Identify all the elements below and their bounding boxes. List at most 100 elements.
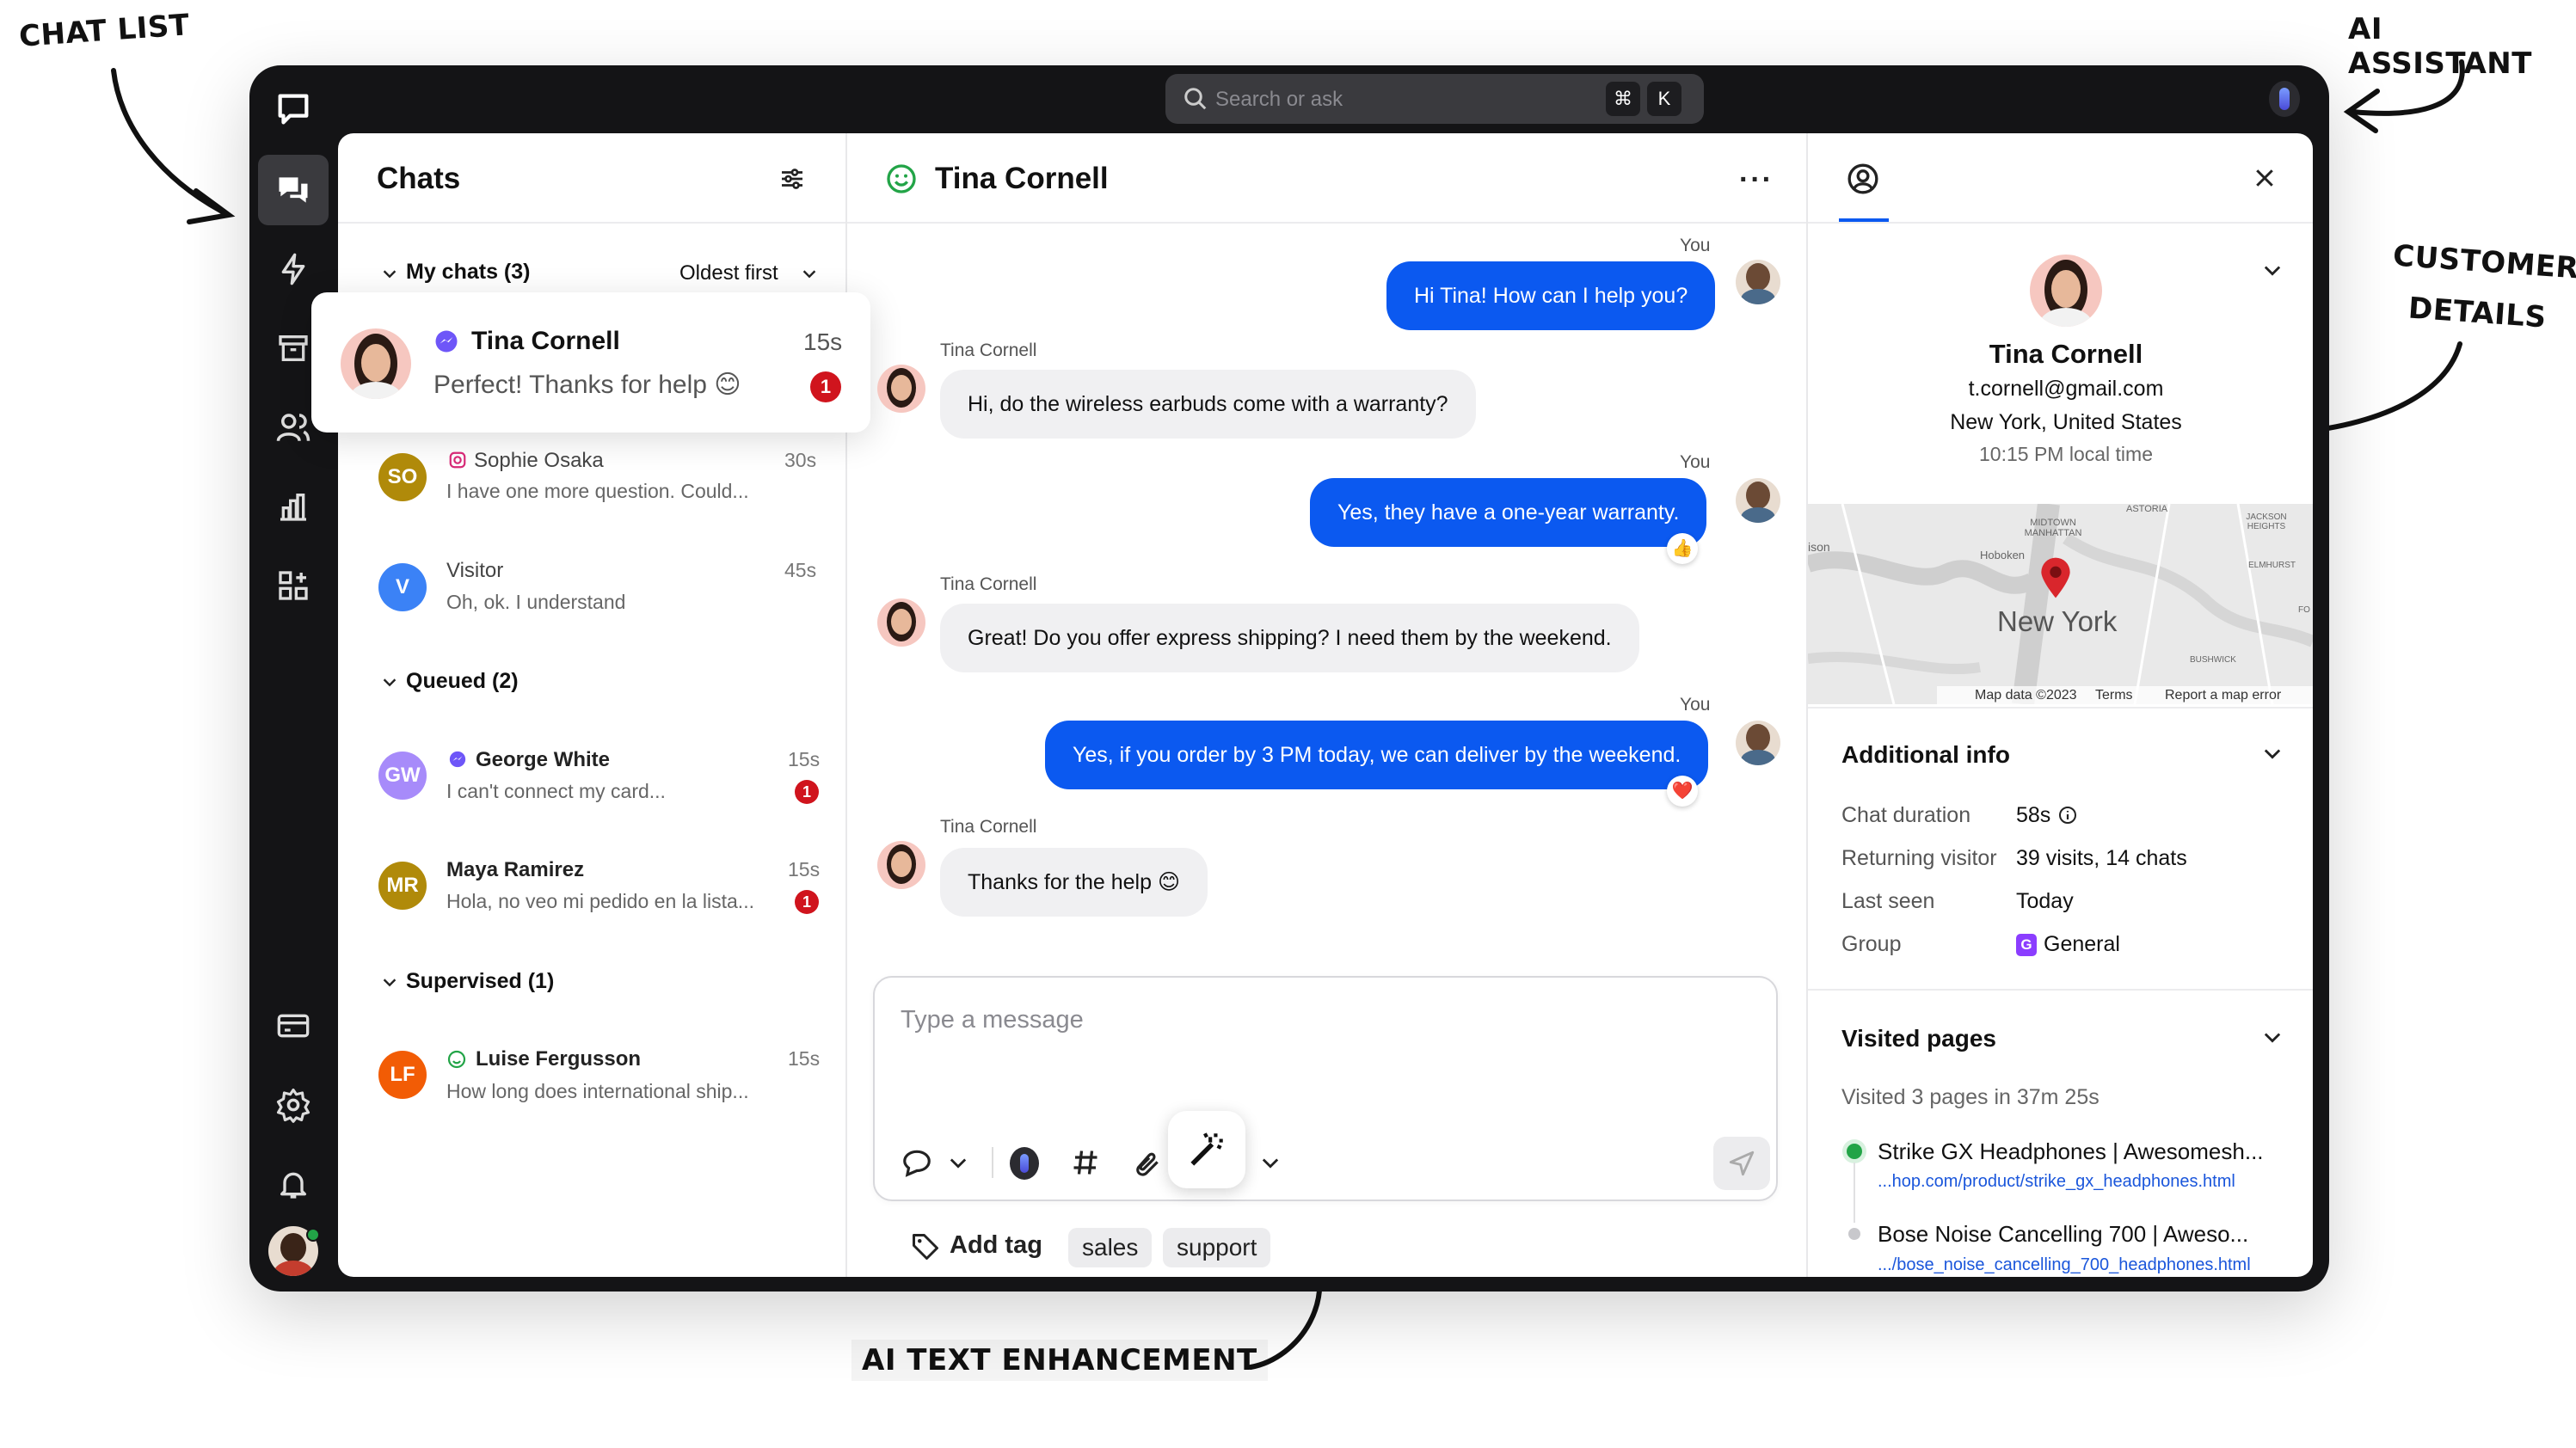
chat-name-maya: Maya Ramirez bbox=[446, 858, 585, 881]
search-placeholder: Search or ask bbox=[1215, 88, 1343, 111]
message-agent-1: Hi Tina! How can I help you? bbox=[1386, 261, 1716, 330]
annotation-customer-line1: CUSTOMER bbox=[2391, 238, 2576, 286]
tag-sales[interactable]: sales bbox=[1068, 1228, 1153, 1267]
send-icon bbox=[1729, 1150, 1755, 1176]
tina-face-2 bbox=[877, 598, 925, 647]
label-tina-1: Tina Cornell bbox=[940, 341, 1037, 360]
chat-avatar-gw: GW bbox=[378, 752, 427, 800]
chat-avatar-mr: MR bbox=[378, 862, 427, 910]
info-icon[interactable] bbox=[2057, 805, 2078, 825]
filter-icon[interactable] bbox=[777, 163, 808, 194]
info-value-returning: 39 visits, 14 chats bbox=[2016, 846, 2187, 870]
my-chats-section[interactable]: My chats (3) bbox=[406, 260, 530, 285]
tina-card-name: Tina Cornell bbox=[471, 327, 620, 355]
chat-time-sophie: 30s bbox=[784, 449, 817, 471]
more-options-icon[interactable]: ··· bbox=[1739, 163, 1774, 197]
past-page-dot bbox=[1848, 1228, 1860, 1240]
message-customer-3: Thanks for the help 😊 bbox=[940, 848, 1208, 917]
chat-time-maya: 15s bbox=[788, 858, 821, 880]
chat-message-george: I can't connect my card... bbox=[446, 780, 666, 802]
map-terms-link[interactable]: Terms bbox=[2095, 688, 2133, 703]
customer-name: Tina Cornell bbox=[1989, 339, 2143, 369]
chat-name-visitor: Visitor bbox=[446, 559, 504, 582]
map-report-link[interactable]: Report a map error bbox=[2165, 688, 2281, 703]
sort-chevron-icon[interactable] bbox=[800, 264, 819, 283]
agent-online-dot bbox=[306, 1228, 320, 1242]
label-you-2: You bbox=[1680, 452, 1711, 472]
tag-support[interactable]: support bbox=[1163, 1228, 1271, 1267]
chat-name-george: George White bbox=[476, 748, 611, 771]
agent-face-2 bbox=[1736, 478, 1780, 523]
chat-name-luise: Luise Fergusson bbox=[476, 1047, 642, 1071]
additional-info-title: Additional info bbox=[1841, 741, 2010, 768]
logo-icon[interactable] bbox=[274, 89, 313, 133]
ai-options-chevron-icon[interactable] bbox=[1258, 1150, 1282, 1175]
add-tag-button[interactable]: Add tag bbox=[950, 1231, 1042, 1260]
label-you-1: You bbox=[1680, 236, 1711, 255]
visited-page-title-1: Strike GX Headphones | Awesomesh... bbox=[1878, 1138, 2264, 1164]
attachment-icon[interactable] bbox=[1130, 1147, 1163, 1180]
chat-time-visitor: 45s bbox=[784, 559, 817, 581]
tina-card-message: Perfect! Thanks for help 😊 bbox=[433, 371, 741, 399]
smiley-icon bbox=[447, 1050, 466, 1069]
supervised-chevron-icon[interactable] bbox=[380, 972, 399, 991]
info-value-last-seen: Today bbox=[2016, 889, 2074, 913]
conversation-title: Tina Cornell bbox=[935, 162, 1109, 195]
chat-message-maya: Hola, no veo mi pedido en la lista... bbox=[446, 890, 754, 912]
map-city-label: New York bbox=[1997, 605, 2118, 637]
kbd-k: K bbox=[1647, 82, 1681, 116]
visited-page-url-2[interactable]: .../bose_noise_cancelling_700_headphones… bbox=[1878, 1255, 2251, 1275]
map-label-ison: ison bbox=[1808, 540, 1830, 554]
tina-card-time: 15s bbox=[803, 328, 843, 355]
sort-dropdown[interactable]: Oldest first bbox=[679, 261, 778, 285]
additional-info-chevron-icon[interactable] bbox=[2260, 741, 2284, 765]
global-search[interactable]: Search or ask ⌘ K bbox=[1165, 74, 1704, 124]
message-customer-1: Hi, do the wireless earbuds come with a … bbox=[940, 370, 1476, 439]
close-icon[interactable] bbox=[2252, 165, 2278, 191]
hashtag-icon[interactable] bbox=[1070, 1147, 1101, 1178]
tag-icon[interactable] bbox=[910, 1231, 941, 1262]
rail-reports-icon[interactable] bbox=[258, 471, 329, 542]
rail-billing-icon[interactable] bbox=[258, 991, 329, 1061]
messenger-icon-george bbox=[449, 751, 466, 768]
visited-timeline bbox=[1854, 1163, 1855, 1223]
chat-bubble-icon[interactable] bbox=[901, 1146, 933, 1179]
visited-pages-chevron-icon[interactable] bbox=[2260, 1025, 2284, 1049]
annotation-ai-assistant: AI ASSISTANT bbox=[2348, 12, 2532, 81]
supervised-section[interactable]: Supervised (1) bbox=[406, 969, 554, 994]
queued-chevron-icon[interactable] bbox=[380, 672, 399, 691]
ai-assistant-button[interactable] bbox=[2269, 81, 2300, 117]
rail-chats-icon[interactable] bbox=[258, 155, 329, 225]
customer-profile-tab-icon[interactable] bbox=[1846, 162, 1880, 196]
tina-face-3 bbox=[877, 841, 925, 889]
chat-badge-maya: 1 bbox=[795, 890, 819, 914]
map-label-astoria: ASTORIA bbox=[2126, 504, 2168, 514]
conversation-header-line bbox=[847, 222, 1806, 224]
info-bottom-line bbox=[1808, 989, 2313, 991]
send-button[interactable] bbox=[1713, 1137, 1770, 1190]
customer-email: t.cornell@gmail.com bbox=[1968, 377, 2164, 401]
map-label-elmhurst: ELMHURST bbox=[2248, 561, 2296, 570]
customer-map[interactable]: MIDTOWN MANHATTAN Hoboken ASTORIA JACKSO… bbox=[1808, 504, 2313, 704]
label-you-3: You bbox=[1680, 695, 1711, 715]
group-badge-icon: G bbox=[2016, 934, 2037, 956]
rail-settings-icon[interactable] bbox=[258, 1070, 329, 1140]
ai-text-enhance-button[interactable] bbox=[1168, 1111, 1245, 1188]
chats-title: Chats bbox=[377, 162, 461, 195]
rail-bell-icon[interactable] bbox=[258, 1149, 329, 1219]
composer-mode-chevron-icon[interactable] bbox=[946, 1150, 970, 1175]
chat-item-tina-card[interactable]: Tina Cornell 15s Perfect! Thanks for hel… bbox=[311, 292, 870, 433]
chevron-down-icon[interactable] bbox=[380, 264, 399, 283]
composer-separator bbox=[992, 1147, 993, 1178]
map-label-midtown: MIDTOWN MANHATTAN bbox=[2024, 518, 2082, 538]
profile-collapse-chevron-icon[interactable] bbox=[2260, 258, 2284, 282]
info-key-last-seen: Last seen bbox=[1841, 889, 1935, 913]
info-key-group: Group bbox=[1841, 932, 1902, 956]
rail-apps-icon[interactable] bbox=[258, 550, 329, 621]
queued-section[interactable]: Queued (2) bbox=[406, 669, 519, 694]
chat-badge-george: 1 bbox=[795, 780, 819, 804]
visited-page-url-1[interactable]: ...hop.com/product/strike_gx_headphones.… bbox=[1878, 1172, 2235, 1192]
tina-card-badge: 1 bbox=[810, 371, 841, 402]
customer-local-time: 10:15 PM local time bbox=[1979, 443, 2153, 465]
ai-assistant-orb-icon[interactable] bbox=[1010, 1147, 1039, 1180]
